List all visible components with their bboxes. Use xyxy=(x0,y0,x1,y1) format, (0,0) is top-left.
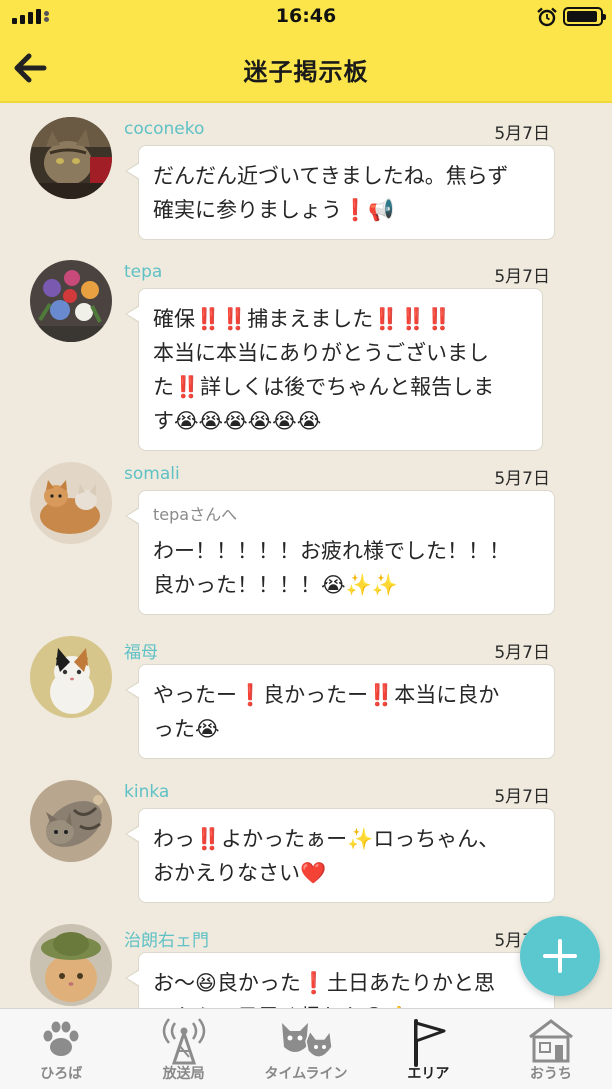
tab-label: ひろば xyxy=(40,1066,83,1082)
tab-label: タイムライン xyxy=(264,1066,348,1082)
paw-icon xyxy=(43,1021,79,1056)
new-post-button[interactable] xyxy=(520,916,600,996)
message-bubble: tepaさんへ わー！！！！！お疲れ様でした！！！ 良かった！！！！😭✨✨ xyxy=(125,490,555,615)
post-date: 5月7日 xyxy=(494,469,550,489)
post-date: 5月7日 xyxy=(494,643,550,663)
message-bubble: やったー❗良かったー‼️本当に良か った😭 xyxy=(125,664,555,759)
message-bubble: だんだん近づいてきましたね。焦らず 確実に参りましょう❗📢 xyxy=(125,145,555,240)
post-username[interactable]: coconeko xyxy=(124,119,204,139)
message-line: やったー❗良かったー‼️本当に良か xyxy=(153,683,500,707)
message-line: わー！！！！！お疲れ様でした！！！ xyxy=(153,539,510,563)
page-title: 迷子掲示板 xyxy=(243,58,369,86)
message-bubble: わっ‼️よかったぁー✨ロっちゃん、 おかえりなさい❤️ xyxy=(125,808,555,903)
tabby-cat-photo xyxy=(30,117,112,199)
message-line: お〜😆良かった❗土日あたりかと思 xyxy=(153,971,496,995)
tab-label: おうち xyxy=(529,1066,572,1082)
message-bubble: 確保‼️‼️捕まえました‼️‼️‼️ 本当に本当にありがとうございまし た‼️詳… xyxy=(125,288,543,451)
message-line: わっ‼️よかったぁー✨ロっちゃん、 xyxy=(153,827,500,851)
post-username[interactable]: 治朗右ェ門 xyxy=(124,926,209,951)
post-date: 5月7日 xyxy=(494,124,550,144)
tab-area[interactable]: エリア xyxy=(367,1009,489,1089)
avatar[interactable] xyxy=(30,117,112,199)
avatar[interactable] xyxy=(30,780,112,862)
avatar[interactable] xyxy=(30,924,112,1006)
bottom-tab-bar: ひろば 放送局 タイムライン エリア おうち xyxy=(0,1008,612,1089)
status-time: 16:46 xyxy=(275,5,337,27)
tab-label: 放送局 xyxy=(162,1066,205,1082)
avatar[interactable] xyxy=(30,636,112,718)
tab-label: エリア xyxy=(407,1066,450,1082)
post-date: 5月7日 xyxy=(494,267,550,287)
message-line: だんだん近づいてきましたね。焦らず xyxy=(153,164,509,188)
tab-hiroba[interactable]: ひろば xyxy=(0,1009,122,1089)
tab-broadcast[interactable]: 放送局 xyxy=(122,1009,244,1089)
post-username[interactable]: tepa xyxy=(124,262,162,282)
message-line: た‼️詳しくは後でちゃんと報告しま xyxy=(153,375,495,399)
tab-timeline[interactable]: タイムライン xyxy=(245,1009,367,1089)
message-line: 確保‼️‼️捕まえました‼️‼️‼️ xyxy=(153,307,452,331)
post-username[interactable]: kinka xyxy=(124,782,169,802)
tab-home[interactable]: おうち xyxy=(490,1009,612,1089)
message-feed[interactable]: coconeko 5月7日 だんだん近づいてきましたね。焦らず 確実に参りましょ… xyxy=(0,105,612,1008)
avatar[interactable] xyxy=(30,260,112,342)
message-line: 本当に本当にありがとうございまし xyxy=(153,341,489,365)
flower-bouquet-photo xyxy=(30,260,112,342)
dog-cat-faces-icon xyxy=(282,1023,333,1058)
avatar[interactable] xyxy=(30,462,112,544)
post-username[interactable]: somali xyxy=(124,464,180,484)
message-line: ったら１日早く帰れた😆👍 xyxy=(153,1000,540,1008)
post-username[interactable]: 福母 xyxy=(124,638,158,663)
status-bar: 16:46 xyxy=(0,0,612,34)
battery-icon xyxy=(563,7,606,26)
post-date: 5月7日 xyxy=(494,787,550,807)
alarm-clock-icon xyxy=(537,7,557,27)
message-line: おかえりなさい❤️ xyxy=(153,861,327,885)
plus-icon xyxy=(543,939,577,973)
cat-with-hat-photo xyxy=(30,924,112,1006)
message-line: 確実に参りましょう❗📢 xyxy=(153,198,395,222)
reply-to-label[interactable]: tepaさんへ xyxy=(153,504,540,526)
kittens-photo xyxy=(30,462,112,544)
house-icon xyxy=(528,1019,573,1063)
navigation-header: 16:46 迷子掲示板 xyxy=(0,0,612,103)
message-line: 良かった！！！！😭✨✨ xyxy=(153,573,398,597)
calico-kitten-photo xyxy=(30,636,112,718)
flag-icon xyxy=(414,1019,446,1067)
broadcast-tower-icon xyxy=(162,1018,205,1065)
message-line: す😭😭😭😭😭😭 xyxy=(153,409,322,433)
message-line: った😭 xyxy=(153,717,220,741)
tabby-kitten-photo xyxy=(30,780,112,862)
message-bubble: お〜😆良かった❗土日あたりかと思 ったら１日早く帰れた😆👍 xyxy=(125,952,555,1008)
